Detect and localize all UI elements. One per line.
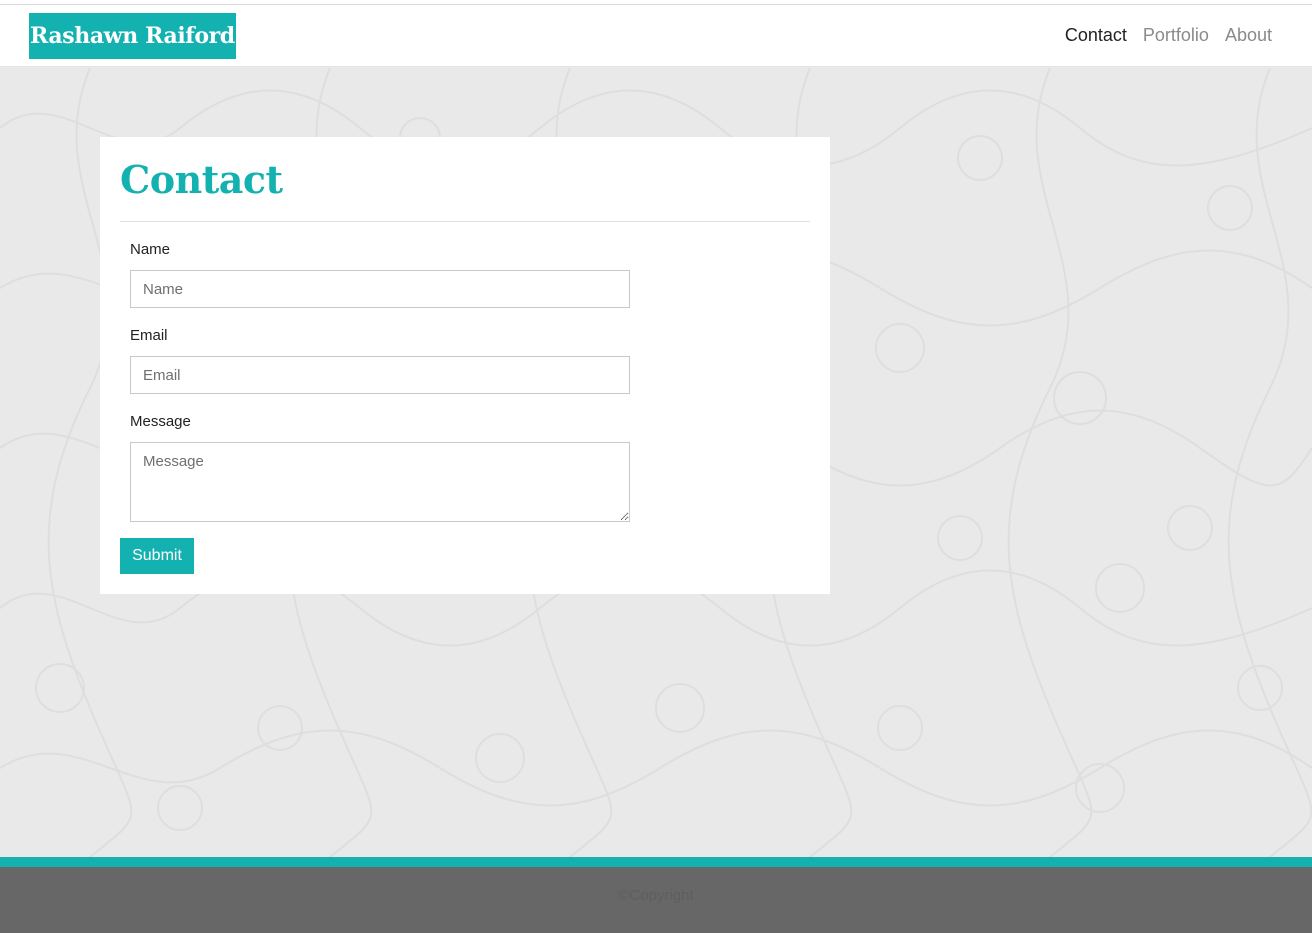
footer-accent-bar: [0, 857, 1312, 867]
page-title: Contact: [120, 157, 283, 202]
nav-link-contact[interactable]: Contact: [1065, 25, 1127, 46]
message-textarea[interactable]: [130, 442, 630, 522]
footer: ©Copyright: [0, 867, 1312, 933]
submit-button[interactable]: Submit: [120, 538, 194, 574]
navbar: Rashawn Raiford Contact Portfolio About: [0, 5, 1312, 67]
nav-link-about[interactable]: About: [1225, 25, 1272, 46]
title-divider: [120, 221, 810, 222]
name-input[interactable]: [130, 270, 630, 308]
copyright-text: ©Copyright: [618, 887, 694, 904]
name-label: Name: [130, 241, 171, 258]
brand-logo[interactable]: Rashawn Raiford: [29, 13, 236, 59]
message-label: Message: [130, 413, 191, 430]
nav-link-portfolio[interactable]: Portfolio: [1143, 25, 1209, 46]
contact-card: Contact Name Email Message Submit: [100, 137, 830, 594]
email-input[interactable]: [130, 356, 630, 394]
email-label: Email: [130, 327, 168, 344]
main-nav: Contact Portfolio About: [1065, 25, 1272, 46]
